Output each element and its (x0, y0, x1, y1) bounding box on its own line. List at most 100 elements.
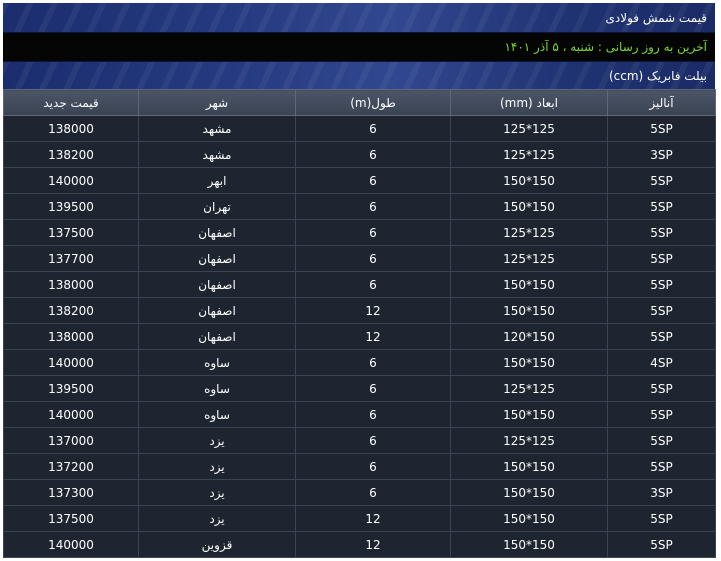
cell-new-price: 138200 (3, 141, 139, 168)
cell-new-price: 138000 (3, 115, 139, 142)
section-title: بیلت فابریک (ccm) (608, 68, 707, 83)
cell-city: تهران (138, 193, 296, 220)
last-update-bar: آخرین به روز رسانی : شنبه ، ۵ آذر ۱۴۰۱ (3, 33, 715, 61)
cell-city: قزوین (138, 531, 296, 558)
header-analysis: آنالیز (607, 89, 716, 116)
cell-dimensions: 150*150 (450, 479, 608, 506)
cell-new-price: 137300 (3, 479, 139, 506)
cell-length: 6 (295, 245, 451, 272)
cell-length: 12 (295, 531, 451, 558)
cell-analysis: 5SP (607, 505, 716, 532)
cell-dimensions: 125*125 (450, 245, 608, 272)
cell-city: اصفهان (138, 219, 296, 246)
cell-analysis: 4SP (607, 349, 716, 376)
cell-new-price: 137500 (3, 505, 139, 532)
cell-new-price: 140000 (3, 167, 139, 194)
cell-analysis: 5SP (607, 271, 716, 298)
cell-dimensions: 150*150 (450, 193, 608, 220)
table-row: 5SP 150*150 6 ساوه 140000 (3, 401, 716, 428)
cell-length: 12 (295, 297, 451, 324)
table-row: 5SP 150*150 6 ابهر 140000 (3, 167, 716, 194)
cell-length: 6 (295, 453, 451, 480)
price-table: آنالیز ابعاد (mm) طول(m) شهر قیمت جدید 5… (3, 89, 716, 558)
table-row: 5SP 150*150 12 اصفهان 138200 (3, 297, 716, 324)
cell-new-price: 139500 (3, 193, 139, 220)
cell-length: 6 (295, 375, 451, 402)
cell-analysis: 5SP (607, 297, 716, 324)
cell-length: 6 (295, 349, 451, 376)
cell-new-price: 137700 (3, 245, 139, 272)
cell-city: اصفهان (138, 323, 296, 350)
cell-city: یزد (138, 479, 296, 506)
table-row: 5SP 120*150 12 اصفهان 138000 (3, 323, 716, 350)
cell-dimensions: 150*150 (450, 271, 608, 298)
cell-dimensions: 150*150 (450, 349, 608, 376)
table-row: 5SP 125*125 6 یزد 137000 (3, 427, 716, 454)
cell-analysis: 3SP (607, 141, 716, 168)
table-row: 5SP 150*150 12 یزد 137500 (3, 505, 716, 532)
cell-dimensions: 150*150 (450, 167, 608, 194)
header-length: طول(m) (295, 89, 451, 116)
cell-new-price: 138200 (3, 297, 139, 324)
cell-new-price: 139500 (3, 375, 139, 402)
cell-city: یزد (138, 427, 296, 454)
cell-length: 12 (295, 505, 451, 532)
table-row: 5SP 150*150 6 یزد 137200 (3, 453, 716, 480)
cell-city: یزد (138, 453, 296, 480)
cell-dimensions: 120*150 (450, 323, 608, 350)
cell-new-price: 140000 (3, 349, 139, 376)
cell-dimensions: 125*125 (450, 141, 608, 168)
table-row: 3SP 125*125 6 مشهد 138200 (3, 141, 716, 168)
cell-analysis: 3SP (607, 479, 716, 506)
cell-analysis: 5SP (607, 193, 716, 220)
cell-dimensions: 150*150 (450, 401, 608, 428)
cell-dimensions: 150*150 (450, 297, 608, 324)
cell-city: مشهد (138, 115, 296, 142)
table-row: 3SP 150*150 6 یزد 137300 (3, 479, 716, 506)
cell-new-price: 137500 (3, 219, 139, 246)
cell-length: 12 (295, 323, 451, 350)
cell-analysis: 5SP (607, 531, 716, 558)
table-row: 5SP 150*150 12 قزوین 140000 (3, 531, 716, 558)
cell-analysis: 5SP (607, 323, 716, 350)
cell-new-price: 137000 (3, 427, 139, 454)
cell-new-price: 138000 (3, 271, 139, 298)
cell-length: 6 (295, 115, 451, 142)
section-header: بیلت فابریک (ccm) (3, 61, 715, 89)
table-row: 5SP 125*125 6 مشهد 138000 (3, 115, 716, 142)
cell-dimensions: 125*125 (450, 219, 608, 246)
table-header-row: آنالیز ابعاد (mm) طول(m) شهر قیمت جدید (3, 89, 716, 116)
cell-dimensions: 125*125 (450, 115, 608, 142)
cell-city: یزد (138, 505, 296, 532)
cell-length: 6 (295, 427, 451, 454)
cell-length: 6 (295, 401, 451, 428)
cell-analysis: 5SP (607, 219, 716, 246)
header-new-price: قیمت جدید (3, 89, 139, 116)
table-row: 5SP 125*125 6 اصفهان 137500 (3, 219, 716, 246)
cell-city: ساوه (138, 375, 296, 402)
cell-city: اصفهان (138, 271, 296, 298)
cell-length: 6 (295, 479, 451, 506)
cell-length: 6 (295, 141, 451, 168)
cell-new-price: 140000 (3, 531, 139, 558)
cell-city: ابهر (138, 167, 296, 194)
cell-analysis: 5SP (607, 115, 716, 142)
cell-city: مشهد (138, 141, 296, 168)
table-row: 5SP 150*150 6 تهران 139500 (3, 193, 716, 220)
cell-city: اصفهان (138, 245, 296, 272)
cell-city: ساوه (138, 401, 296, 428)
cell-length: 6 (295, 167, 451, 194)
cell-analysis: 5SP (607, 453, 716, 480)
last-update-text: آخرین به روز رسانی : شنبه ، ۵ آذر ۱۴۰۱ (504, 40, 707, 54)
cell-analysis: 5SP (607, 167, 716, 194)
header-city: شهر (138, 89, 296, 116)
table-row: 4SP 150*150 6 ساوه 140000 (3, 349, 716, 376)
cell-length: 6 (295, 271, 451, 298)
cell-length: 6 (295, 193, 451, 220)
cell-new-price: 138000 (3, 323, 139, 350)
cell-analysis: 5SP (607, 375, 716, 402)
cell-analysis: 5SP (607, 427, 716, 454)
page-title: قیمت شمش فولادی (605, 10, 707, 25)
cell-analysis: 5SP (607, 245, 716, 272)
table-row: 5SP 125*125 6 اصفهان 137700 (3, 245, 716, 272)
